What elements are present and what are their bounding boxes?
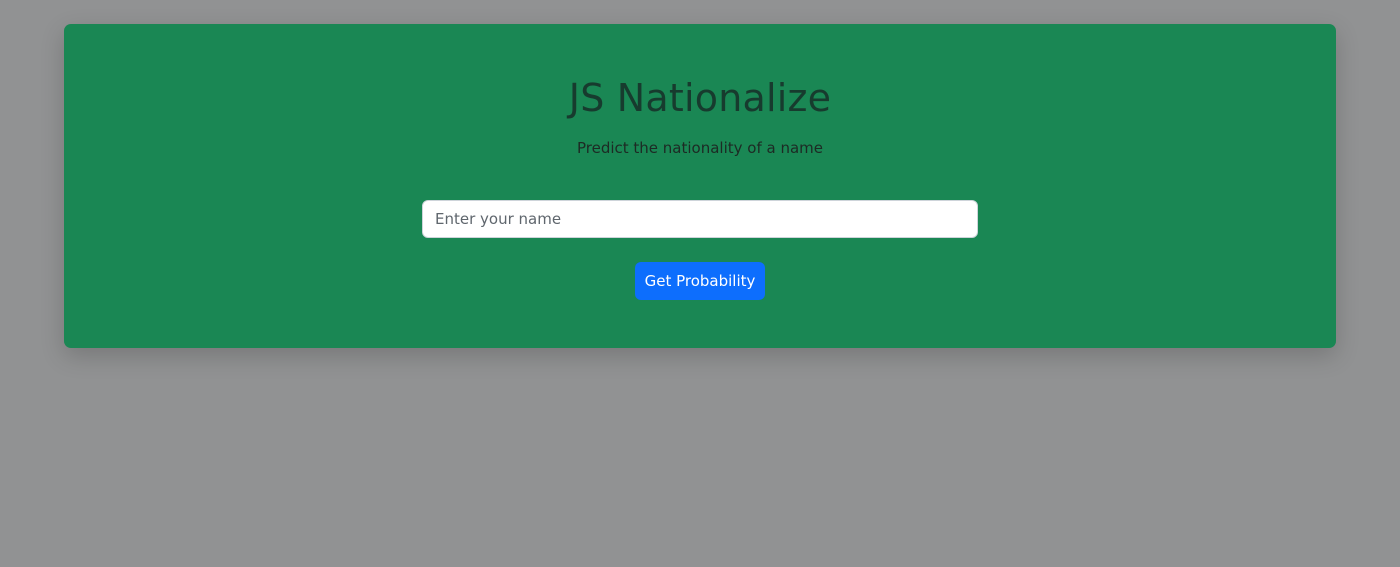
page-title: JS Nationalize: [568, 76, 832, 120]
get-probability-button[interactable]: Get Probability: [635, 262, 765, 300]
page-subtitle: Predict the nationality of a name: [576, 139, 824, 157]
name-input[interactable]: [422, 200, 978, 238]
main-card: JS Nationalize Predict the nationality o…: [64, 24, 1336, 348]
